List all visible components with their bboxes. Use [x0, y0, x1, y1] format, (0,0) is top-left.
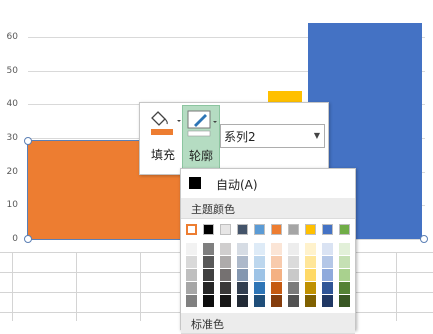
shade-swatch[interactable]: [339, 269, 350, 281]
shade-swatch[interactable]: [186, 243, 197, 255]
shade-swatch[interactable]: [322, 256, 333, 268]
theme-colors-header: 主题颜色: [181, 198, 355, 219]
theme-color-swatch[interactable]: [271, 224, 282, 235]
shade-swatch[interactable]: [254, 243, 265, 255]
shade-swatch[interactable]: [305, 282, 316, 294]
theme-color-swatch[interactable]: [322, 224, 333, 235]
shade-swatch[interactable]: [203, 282, 214, 294]
shade-swatch[interactable]: [339, 282, 350, 294]
shade-swatch[interactable]: [203, 256, 214, 268]
selection-handle[interactable]: [24, 137, 32, 145]
shade-swatch[interactable]: [237, 243, 248, 255]
theme-color-swatch[interactable]: [339, 224, 350, 235]
y-tick-label: 60: [6, 31, 18, 42]
standard-colors-title: 标准色: [191, 318, 224, 331]
shade-swatch[interactable]: [288, 295, 299, 307]
automatic-label: 自动(A): [216, 178, 258, 192]
shade-swatch[interactable]: [271, 243, 282, 255]
automatic-color-option[interactable]: 自动(A): [181, 173, 355, 195]
theme-color-swatch[interactable]: [305, 224, 316, 235]
shade-swatch[interactable]: [237, 256, 248, 268]
shade-swatch[interactable]: [254, 269, 265, 281]
theme-colors-title: 主题颜色: [191, 203, 235, 216]
shade-swatch[interactable]: [237, 282, 248, 294]
chevron-down-icon: ▼: [313, 131, 320, 140]
y-tick-label: 50: [6, 65, 18, 76]
shade-swatch[interactable]: [220, 282, 231, 294]
shade-swatch[interactable]: [186, 295, 197, 307]
shade-swatch[interactable]: [220, 256, 231, 268]
shade-swatch[interactable]: [288, 269, 299, 281]
shade-swatch[interactable]: [220, 295, 231, 307]
theme-color-swatch[interactable]: [237, 224, 248, 235]
shade-swatch[interactable]: [339, 243, 350, 255]
y-tick-label: 10: [6, 200, 18, 211]
shade-swatch[interactable]: [271, 295, 282, 307]
series-dropdown[interactable]: 系列2 ▼: [220, 124, 325, 148]
fill-button[interactable]: 填充: [144, 105, 182, 171]
shade-swatch[interactable]: [305, 256, 316, 268]
shade-swatch[interactable]: [288, 243, 299, 255]
shade-swatch[interactable]: [339, 295, 350, 307]
theme-color-swatch[interactable]: [254, 224, 265, 235]
shade-swatch[interactable]: [305, 295, 316, 307]
cell-col-line: [396, 252, 397, 321]
shade-swatch[interactable]: [322, 269, 333, 281]
standard-colors-header: 标准色: [181, 313, 355, 334]
shade-swatch[interactable]: [271, 256, 282, 268]
shade-swatch[interactable]: [339, 256, 350, 268]
outline-button[interactable]: 轮廓: [182, 105, 220, 173]
cell-col-line: [12, 252, 13, 321]
shade-swatch[interactable]: [220, 243, 231, 255]
shade-swatch[interactable]: [203, 243, 214, 255]
shade-swatch[interactable]: [254, 256, 265, 268]
theme-color-swatch[interactable]: [186, 224, 197, 235]
y-tick-label: 30: [6, 132, 18, 143]
shade-swatch[interactable]: [322, 282, 333, 294]
automatic-swatch: [189, 177, 201, 189]
shade-swatch[interactable]: [322, 295, 333, 307]
theme-color-swatch[interactable]: [288, 224, 299, 235]
shade-swatch[interactable]: [271, 269, 282, 281]
shade-swatch[interactable]: [305, 243, 316, 255]
y-tick-label: 0: [12, 234, 18, 244]
shade-swatch[interactable]: [288, 256, 299, 268]
selection-handle[interactable]: [24, 235, 32, 243]
shade-swatch[interactable]: [237, 295, 248, 307]
y-tick-label: 40: [6, 99, 18, 110]
shade-swatch[interactable]: [237, 269, 248, 281]
color-palette-menu: 自动(A) 主题颜色 标准色: [180, 168, 356, 334]
theme-color-swatch[interactable]: [203, 224, 214, 235]
shade-swatch[interactable]: [254, 295, 265, 307]
shade-swatch[interactable]: [203, 269, 214, 281]
shade-swatch[interactable]: [322, 243, 333, 255]
pen-outline-icon: [187, 110, 217, 137]
cell-col-line: [140, 252, 141, 321]
theme-color-swatch[interactable]: [220, 224, 231, 235]
shade-swatch[interactable]: [305, 269, 316, 281]
y-tick-label: 20: [6, 166, 18, 177]
selection-handle[interactable]: [420, 235, 428, 243]
shade-swatch[interactable]: [254, 282, 265, 294]
shade-swatch[interactable]: [186, 282, 197, 294]
cell-col-line: [76, 252, 77, 321]
shade-swatch[interactable]: [186, 256, 197, 268]
shade-swatch[interactable]: [288, 282, 299, 294]
shade-swatch[interactable]: [271, 282, 282, 294]
fill-label: 填充: [150, 148, 175, 162]
shade-swatch[interactable]: [220, 269, 231, 281]
series-dropdown-value: 系列2: [224, 130, 256, 144]
outline-label: 轮廓: [188, 149, 213, 163]
paint-bucket-icon: [151, 111, 181, 135]
shade-swatch[interactable]: [203, 295, 214, 307]
shade-swatch[interactable]: [186, 269, 197, 281]
format-mini-toolbar: 填充 轮廓 系列2 ▼: [139, 102, 329, 175]
